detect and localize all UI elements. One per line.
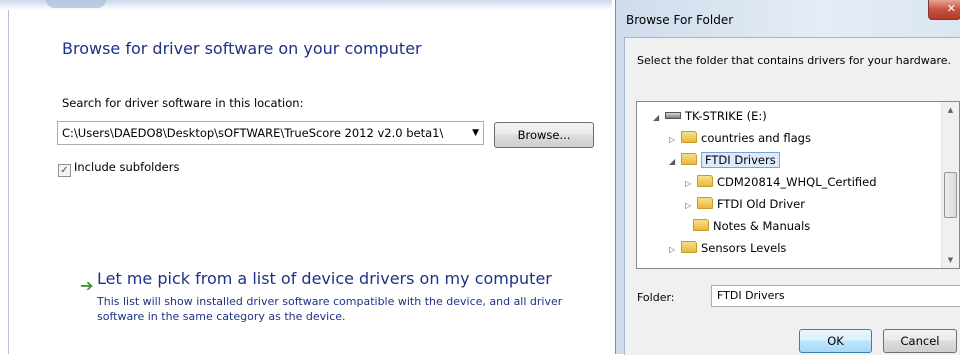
expand-arrow-icon[interactable]: ▷ xyxy=(685,173,697,195)
close-icon: ✕ xyxy=(946,2,956,15)
folder-icon xyxy=(693,219,709,231)
scroll-up-icon[interactable]: ▲ xyxy=(942,102,959,118)
dialog-message: Select the folder that contains drivers … xyxy=(637,54,952,67)
tree-item-label: countries and flags xyxy=(701,131,811,145)
close-button[interactable]: ✕ xyxy=(928,0,960,20)
tree-item-label: FTDI Old Driver xyxy=(717,197,805,211)
tree-item-label: Notes & Manuals xyxy=(713,219,811,233)
tree-item-folder[interactable]: ▷ FTDI Old Driver xyxy=(685,193,805,215)
folder-icon xyxy=(681,241,697,253)
search-path-combobox[interactable]: C:\Users\DAEDO8\Desktop\sOFTWARE\TrueSco… xyxy=(57,121,484,145)
folder-icon xyxy=(681,153,697,165)
tree-item-folder[interactable]: Notes & Manuals xyxy=(681,215,810,237)
update-driver-wizard: Browse for driver software on your compu… xyxy=(0,0,612,354)
tree-item-drive[interactable]: ◢ TK-STRIKE (E:) xyxy=(653,105,767,127)
folder-icon xyxy=(697,197,713,209)
tree-item-folder[interactable]: ▷ CDM20814_WHQL_Certified xyxy=(685,171,877,193)
tree-item-label: CDM20814_WHQL_Certified xyxy=(717,175,877,189)
tree-scrollbar[interactable]: ▲ ▼ xyxy=(941,102,959,268)
pick-from-list-link[interactable]: Let me pick from a list of device driver… xyxy=(97,269,552,288)
page-title: Browse for driver software on your compu… xyxy=(62,39,422,58)
tree-item-folder-selected[interactable]: ◢ FTDI Drivers xyxy=(669,149,780,171)
tree-item-label: FTDI Drivers xyxy=(701,152,780,168)
include-subfolders-label: Include subfolders xyxy=(74,160,180,174)
folder-input[interactable]: FTDI Drivers xyxy=(711,285,960,307)
tree-item-label: Sensors Levels xyxy=(701,241,787,255)
wizard-frame-edge xyxy=(8,10,9,354)
tree-item-label: TK-STRIKE (E:) xyxy=(685,109,767,123)
ok-button[interactable]: OK xyxy=(799,329,872,353)
expand-arrow-icon[interactable]: ▷ xyxy=(685,195,697,217)
scroll-thumb[interactable] xyxy=(944,172,957,218)
scroll-down-icon[interactable]: ▼ xyxy=(942,252,959,268)
include-subfolders-checkbox[interactable]: ✓ xyxy=(58,164,71,177)
folder-tree[interactable]: ◢ TK-STRIKE (E:) ▷ countries and flags ◢ FT… xyxy=(636,101,960,269)
dialog-client-area: Select the folder that contains drivers … xyxy=(624,37,960,355)
browse-button[interactable]: Browse... xyxy=(494,122,594,148)
expand-arrow-icon[interactable]: ▷ xyxy=(669,129,681,151)
browse-for-folder-dialog: Browse For Folder ✕ Select the folder th… xyxy=(615,0,960,355)
tree-item-folder[interactable]: ▷ Sensors Levels xyxy=(669,237,786,259)
collapse-arrow-icon[interactable]: ◢ xyxy=(669,151,681,173)
tree-item-folder[interactable]: ▷ countries and flags xyxy=(669,127,811,149)
search-location-label: Search for driver software in this locat… xyxy=(62,96,304,110)
dialog-title: Browse For Folder xyxy=(626,13,734,27)
green-arrow-icon: ➔ xyxy=(80,276,94,295)
folder-icon xyxy=(697,175,713,187)
expand-arrow-icon[interactable]: ▷ xyxy=(669,239,681,261)
include-subfolders-option[interactable]: ✓ Include subfolders xyxy=(58,160,179,177)
pick-from-list-description: This list will show installed driver sof… xyxy=(97,295,563,323)
collapse-arrow-icon[interactable]: ◢ xyxy=(653,107,665,129)
dropdown-arrow-icon[interactable]: ▼ xyxy=(472,122,479,144)
wizard-top-bar xyxy=(0,0,612,10)
cancel-button[interactable]: Cancel xyxy=(883,329,957,353)
folder-icon xyxy=(681,131,697,143)
folder-label: Folder: xyxy=(637,291,675,304)
drive-icon xyxy=(665,112,681,119)
search-path-value: C:\Users\DAEDO8\Desktop\sOFTWARE\TrueSco… xyxy=(62,126,444,140)
